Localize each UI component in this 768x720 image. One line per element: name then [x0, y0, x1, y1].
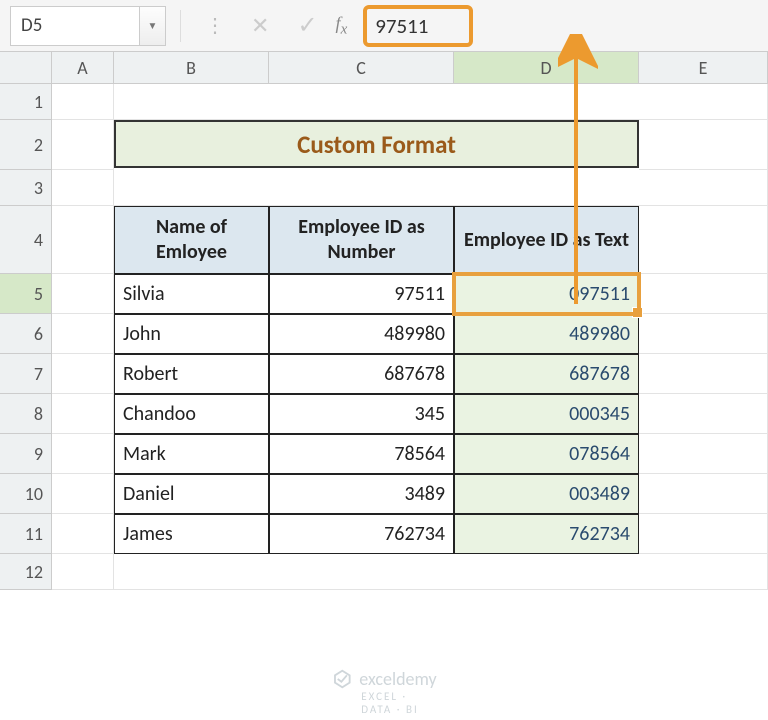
cell-e6[interactable] [639, 314, 768, 354]
cell-name-9[interactable]: Mark [114, 434, 269, 474]
cell-a7[interactable] [52, 354, 114, 394]
cell-a8[interactable] [52, 394, 114, 434]
cancel-icon[interactable]: ✕ [251, 12, 269, 39]
row-header-7[interactable]: 7 [0, 354, 52, 394]
cell-name-8[interactable]: Chandoo [114, 394, 269, 434]
title-text: Custom Format [297, 129, 456, 160]
cell-a9[interactable] [52, 434, 114, 474]
col-header-e[interactable]: E [639, 52, 768, 84]
watermark: exceldemy EXCEL · DATA · BI [331, 668, 436, 690]
cell-a12[interactable] [52, 554, 114, 590]
cell-a5[interactable] [52, 274, 114, 314]
dots-icon: ⋮ [205, 13, 223, 38]
cell-idnum-7[interactable]: 687678 [269, 354, 454, 394]
name-box-dropdown[interactable]: ▼ [140, 6, 166, 46]
col-header-d[interactable]: D [454, 52, 639, 84]
row-header-8[interactable]: 8 [0, 394, 52, 434]
cell-idnum-5[interactable]: 97511 [269, 274, 454, 314]
col-header-b[interactable]: B [114, 52, 269, 84]
row-header-2[interactable]: 2 [0, 120, 52, 170]
name-box[interactable]: D5 [10, 6, 140, 46]
col-header-a[interactable]: A [52, 52, 114, 84]
cell-a1[interactable] [52, 84, 114, 120]
cell-idtext-5[interactable]: 097511 [454, 274, 639, 314]
cell-idnum-6[interactable]: 489980 [269, 314, 454, 354]
fx-icon[interactable]: fx [336, 13, 348, 39]
formula-bar-actions: ⋮ ✕ ✓ [195, 11, 328, 40]
enter-icon[interactable]: ✓ [297, 11, 317, 40]
cell-idnum-10[interactable]: 3489 [269, 474, 454, 514]
cell-idtext-8[interactable]: 000345 [454, 394, 639, 434]
cell-a2[interactable] [52, 120, 114, 170]
cell-name-7[interactable]: Robert [114, 354, 269, 394]
cell-a6[interactable] [52, 314, 114, 354]
watermark-brand: exceldemy [359, 668, 436, 690]
cell-name-11[interactable]: James [114, 514, 269, 554]
formula-value-wrap: 97511 [365, 9, 438, 43]
cell-e4[interactable] [639, 206, 768, 274]
cell-row12[interactable] [114, 554, 768, 590]
col-header-c[interactable]: C [269, 52, 454, 84]
chevron-down-icon: ▼ [148, 19, 158, 32]
select-all-corner[interactable] [0, 52, 52, 84]
row-header-1[interactable]: 1 [0, 84, 52, 120]
cell-idtext-10[interactable]: 003489 [454, 474, 639, 514]
cell-idnum-11[interactable]: 762734 [269, 514, 454, 554]
name-box-value: D5 [21, 14, 42, 37]
cell-a3[interactable] [52, 170, 114, 206]
cell-a4[interactable] [52, 206, 114, 274]
cell-e9[interactable] [639, 434, 768, 474]
row-header-9[interactable]: 9 [0, 434, 52, 474]
cell-name-10[interactable]: Daniel [114, 474, 269, 514]
watermark-tag: EXCEL · DATA · BI [361, 690, 436, 716]
header-id-text[interactable]: Employee ID as Text [454, 206, 639, 274]
cell-e2[interactable] [639, 120, 768, 170]
header-id-number[interactable]: Employee ID as Number [269, 206, 454, 274]
cell-e8[interactable] [639, 394, 768, 434]
cell-a10[interactable] [52, 474, 114, 514]
cell-e7[interactable] [639, 354, 768, 394]
row-header-5[interactable]: 5 [0, 274, 52, 314]
cell-e11[interactable] [639, 514, 768, 554]
cell-name-5[interactable]: Silvia [114, 274, 269, 314]
divider [180, 10, 181, 42]
cell-idtext-7[interactable]: 687678 [454, 354, 639, 394]
formula-input[interactable]: 97511 [365, 9, 438, 43]
cell-idtext-9[interactable]: 078564 [454, 434, 639, 474]
cell-e5[interactable] [639, 274, 768, 314]
row-header-3[interactable]: 3 [0, 170, 52, 206]
cell-idtext-11[interactable]: 762734 [454, 514, 639, 554]
cell-e10[interactable] [639, 474, 768, 514]
logo-icon [331, 668, 353, 690]
row-header-6[interactable]: 6 [0, 314, 52, 354]
row-header-4[interactable]: 4 [0, 206, 52, 274]
row-header-11[interactable]: 11 [0, 514, 52, 554]
row-header-10[interactable]: 10 [0, 474, 52, 514]
title-cell[interactable]: Custom Format [114, 120, 639, 168]
cell-idnum-9[interactable]: 78564 [269, 434, 454, 474]
cell-idtext-6[interactable]: 489980 [454, 314, 639, 354]
header-name[interactable]: Name of Emloyee [114, 206, 269, 274]
cell-row1[interactable] [114, 84, 768, 120]
cell-row3[interactable] [114, 170, 768, 206]
formula-bar: D5 ▼ ⋮ ✕ ✓ fx 97511 [0, 0, 768, 52]
cell-name-6[interactable]: John [114, 314, 269, 354]
cell-a11[interactable] [52, 514, 114, 554]
row-header-12[interactable]: 12 [0, 554, 52, 590]
cell-idnum-8[interactable]: 345 [269, 394, 454, 434]
